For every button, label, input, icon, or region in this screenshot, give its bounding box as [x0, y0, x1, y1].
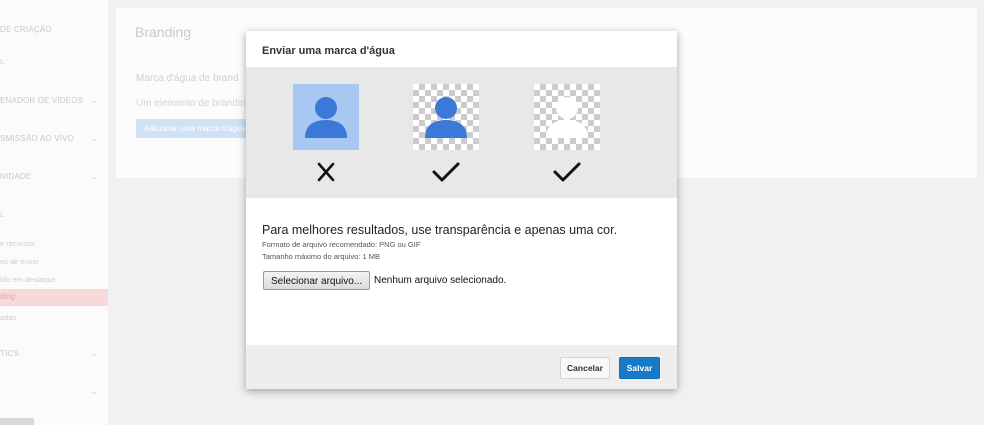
dialog-title: Enviar uma marca d'água [262, 45, 395, 57]
sidebar-item-community[interactable]: NIDADE [0, 172, 100, 181]
sidebar-item-branding[interactable]: ding [0, 289, 108, 306]
chevron-down-icon[interactable]: ⌄ [90, 171, 98, 182]
person-icon [425, 97, 467, 138]
sidebar-item-label: ding [0, 292, 16, 301]
chevron-down-icon[interactable]: ⌄ [90, 348, 98, 359]
format-note: Formato de arquivo recomendado: PNG ou G… [262, 240, 421, 249]
person-icon [546, 97, 588, 138]
sidebar-item-video-manager[interactable]: ENADOR DE VÍDEOS [0, 96, 100, 105]
sidebar: DE CRIAÇÃO L ENADOR DE VÍDEOS ⌄ SMISSÃO … [0, 0, 108, 425]
size-note: Tamanho máximo do arquivo: 1 MB [262, 252, 380, 261]
sidebar-item-creator-studio[interactable]: DE CRIAÇÃO [0, 25, 100, 34]
sidebar-item-analytics[interactable]: TICS [0, 349, 100, 358]
save-button[interactable]: Salvar [619, 357, 660, 379]
sidebar-item-upload-defaults[interactable]: es de envio [0, 257, 100, 266]
recommendation-text: Para melhores resultados, use transparên… [262, 223, 618, 237]
sidebar-item-status-features[interactable]: e recursos [0, 239, 100, 248]
sidebar-item-featured-content[interactable]: ído em destaque [0, 275, 100, 284]
sidebar-item-live-streaming[interactable]: SMISSÃO AO VIVO [0, 134, 100, 143]
add-watermark-button[interactable]: Adicionar uma marca d'água [136, 119, 246, 138]
sidebar-footer-block [0, 418, 34, 425]
dialog-footer: Cancelar Salvar [246, 345, 677, 389]
check-icon [432, 162, 460, 182]
chevron-down-icon[interactable]: ⌄ [90, 95, 98, 106]
cancel-button[interactable]: Cancelar [560, 357, 610, 379]
chevron-down-icon[interactable]: ⌄ [90, 133, 98, 144]
select-file-button[interactable]: Selecionar arquivo... [263, 271, 371, 290]
example-transparent-background [413, 84, 479, 150]
watermark-label: Marca d'água de brand [136, 73, 239, 84]
watermark-description: Um elemento de branding [136, 98, 246, 109]
example-transparent-white [534, 84, 600, 150]
check-icon [553, 162, 581, 182]
sidebar-item-advanced[interactable]: adas [0, 313, 100, 322]
file-status: Nenhum arquivo selecionado. [374, 275, 507, 286]
watermark-examples [246, 67, 677, 198]
page-title: Branding [135, 24, 192, 40]
chevron-down-icon[interactable]: ⌄ [90, 386, 98, 397]
sidebar-item-panel[interactable]: L [0, 57, 100, 66]
upload-watermark-dialog: Enviar uma marca d'água Para melhores re… [246, 31, 677, 389]
sidebar-item-channel[interactable]: L [0, 210, 100, 219]
person-icon [305, 97, 347, 138]
x-icon [317, 162, 335, 182]
example-solid-background [293, 84, 359, 150]
